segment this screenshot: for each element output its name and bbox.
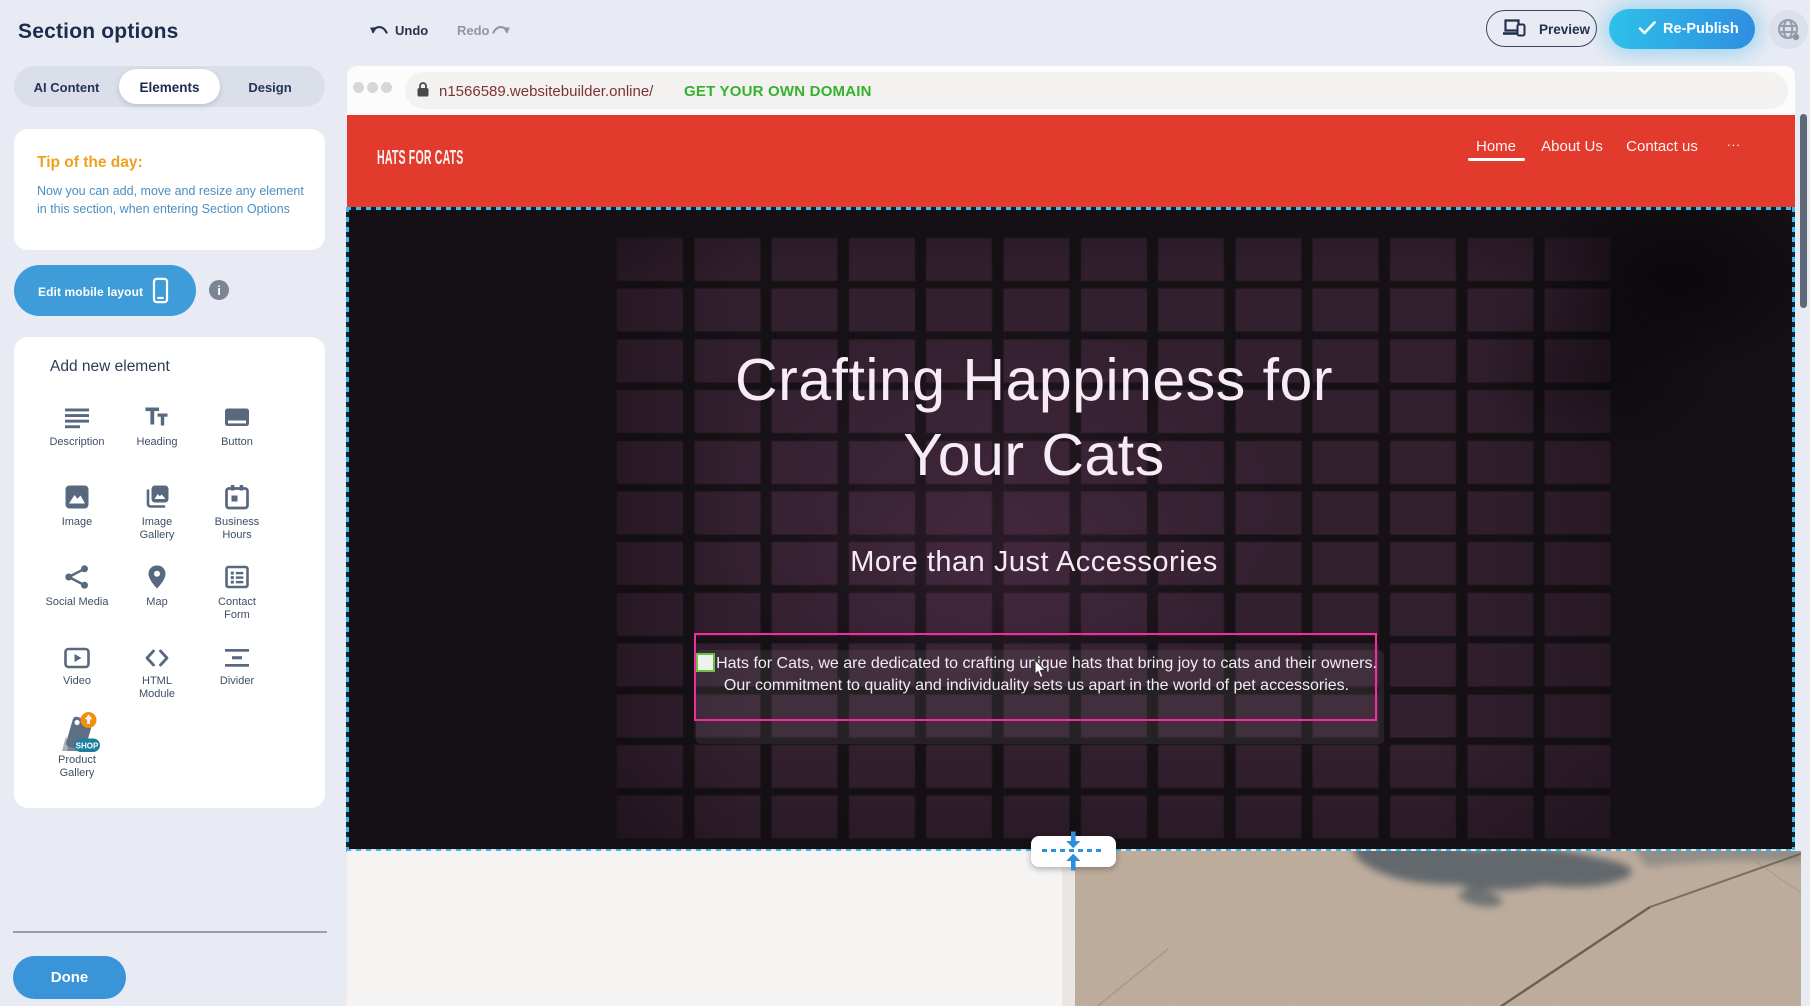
svg-text:SHOP: SHOP	[76, 742, 99, 751]
